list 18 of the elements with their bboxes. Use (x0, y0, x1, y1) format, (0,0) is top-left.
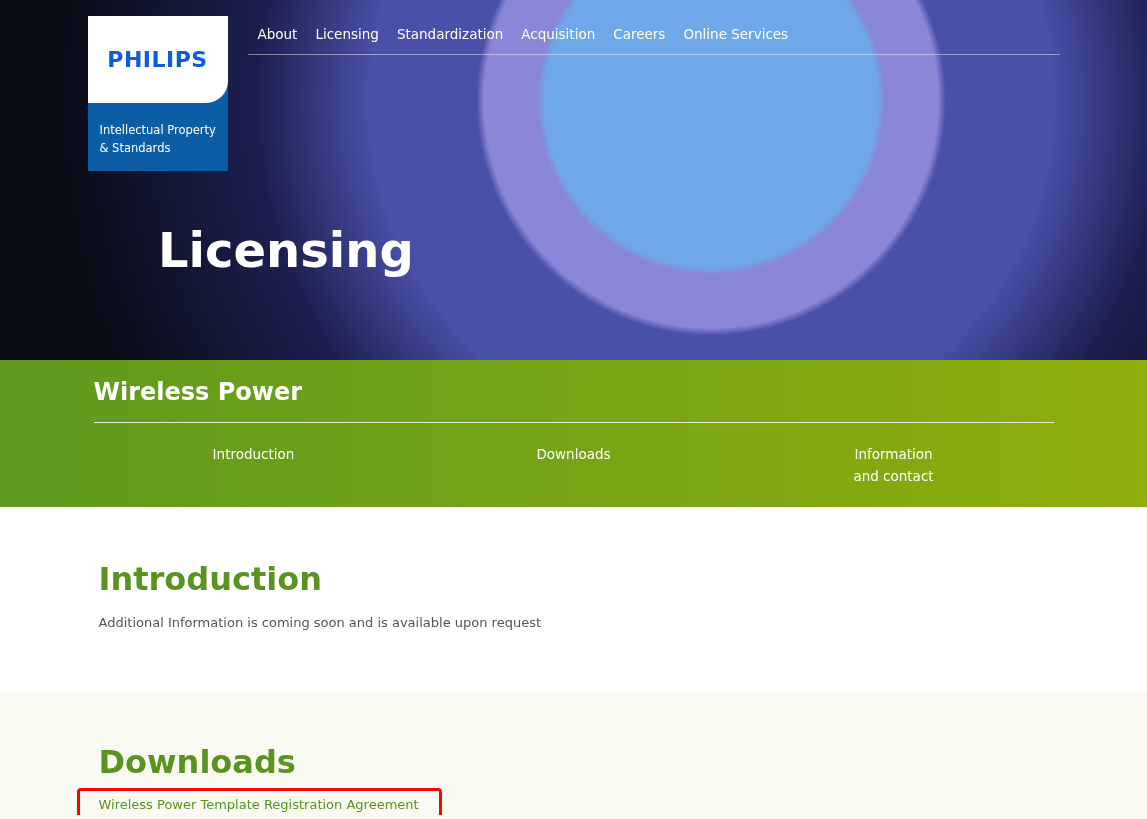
section-heading: Downloads (98, 742, 297, 782)
nav-link[interactable]: Licensing (315, 26, 379, 42)
logo-subtitle: Intellectual Property & Standards (98, 122, 217, 157)
section-title: Wireless Power (93, 360, 1054, 423)
section-tab[interactable]: Information and contact (853, 443, 934, 487)
section-heading: Introduction (98, 559, 323, 599)
logo-brand: PHILIPS (107, 47, 208, 72)
download-link[interactable]: Wireless Power Template Registration Agreement (98, 797, 419, 812)
nav-link[interactable]: Standardization (396, 26, 504, 42)
nav-link[interactable]: Acquisition (521, 26, 596, 42)
nav-link[interactable]: Online Services (683, 26, 789, 42)
intro-text: Additional Information is coming soon and is available upon request (98, 615, 542, 630)
page-title: Licensing (158, 222, 414, 278)
nav-link[interactable]: Careers (613, 26, 666, 42)
logo[interactable]: PHILIPS Intellectual Property & Standards (87, 16, 228, 171)
section-tab[interactable]: Downloads (536, 443, 611, 487)
nav-link[interactable]: About (257, 26, 298, 42)
section-tab[interactable]: Introduction (212, 443, 295, 487)
